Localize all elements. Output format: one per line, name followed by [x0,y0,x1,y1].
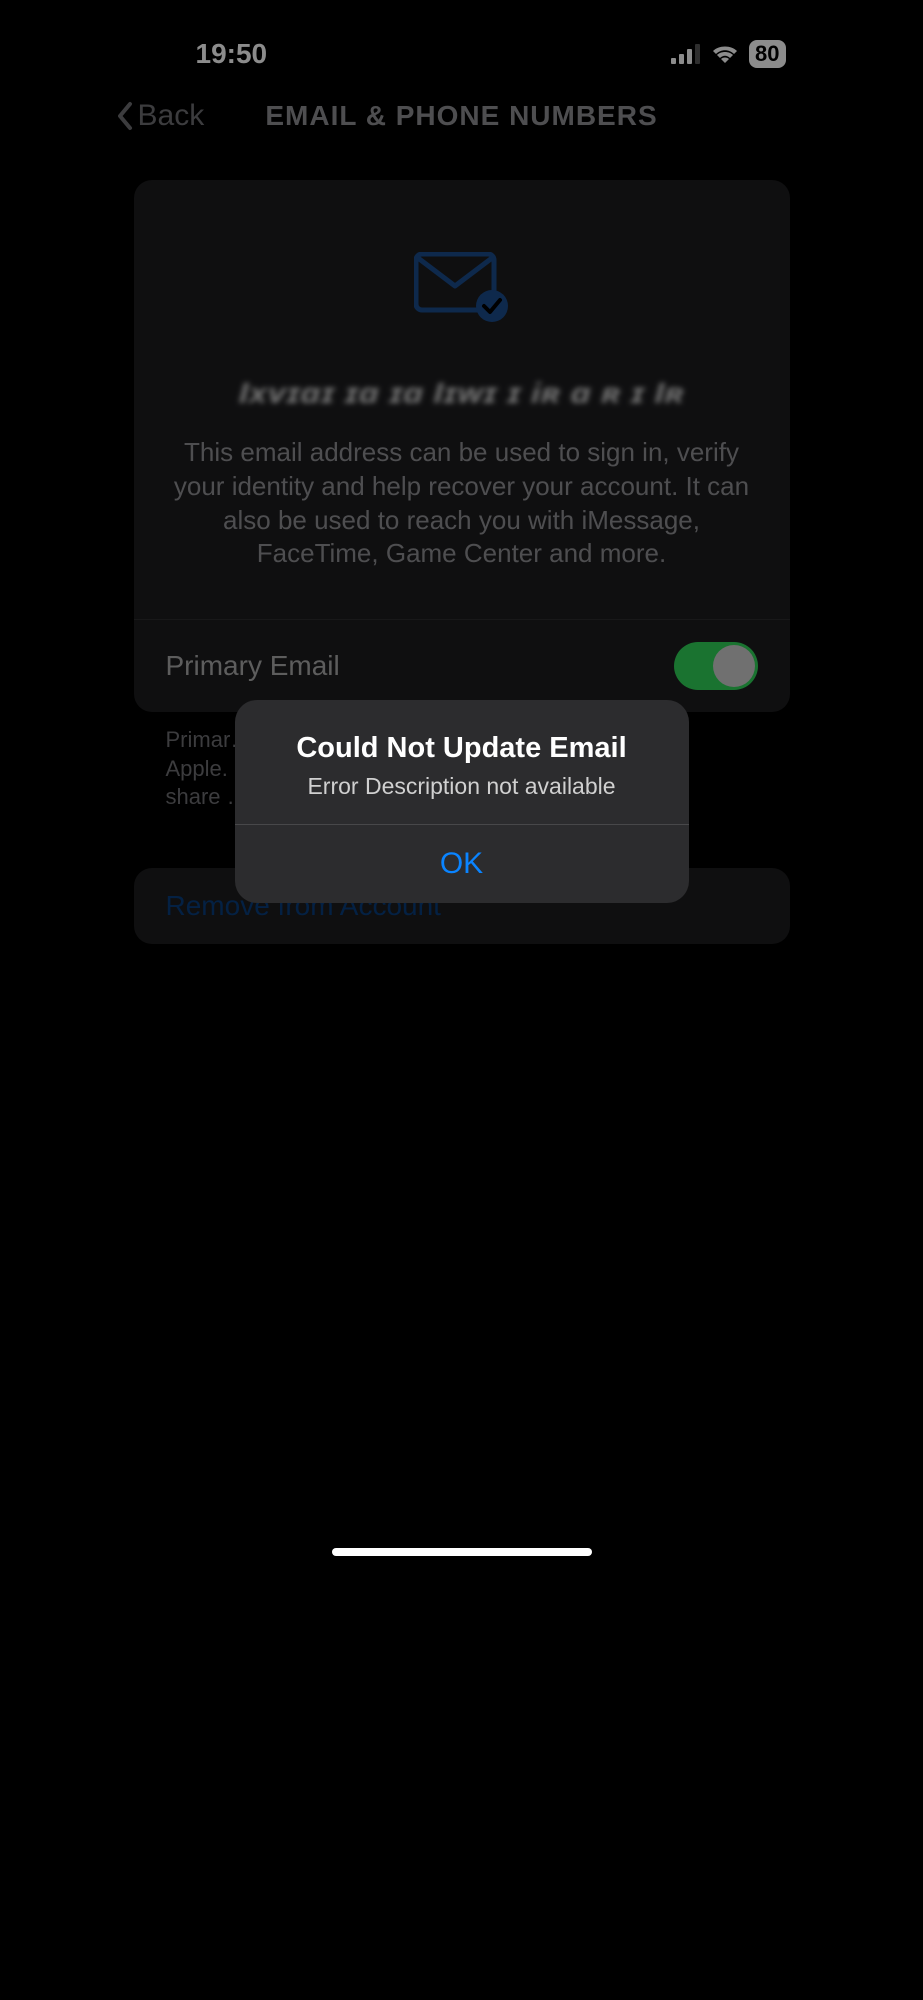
alert-ok-button[interactable]: OK [235,825,689,903]
email-description: This email address can be used to sign i… [166,436,758,571]
home-indicator[interactable] [332,1548,592,1556]
primary-email-toggle[interactable] [674,642,758,690]
alert-title: Could Not Update Email [263,732,661,765]
primary-email-label: Primary Email [166,650,340,682]
status-time: 19:50 [138,38,268,70]
cellular-signal-icon [671,44,701,64]
email-card: Ixvɪɑɪ ɪɑ ɪɑ Iɪwɪ ɪ iʀ ɑ ʀ ɪ Iʀ This ema… [134,180,790,712]
back-label: Back [138,99,205,133]
battery-indicator: 80 [749,40,785,68]
toggle-knob [713,645,755,687]
status-bar: 19:50 80 [100,0,824,80]
envelope-verified-icon [414,252,510,327]
chevron-left-icon [114,100,134,132]
error-alert: Could Not Update Email Error Description… [235,700,689,903]
page-title: EMAIL & PHONE NUMBERS [265,100,657,132]
status-icons: 80 [671,40,785,68]
back-button[interactable]: Back [114,99,205,133]
alert-message: Error Description not available [263,773,661,800]
wifi-icon [711,43,739,65]
navigation-bar: Back EMAIL & PHONE NUMBERS [100,80,824,152]
primary-email-row: Primary Email [134,620,790,712]
email-address-redacted: Ixvɪɑɪ ɪɑ ɪɑ Iɪwɪ ɪ iʀ ɑ ʀ ɪ Iʀ [165,377,758,410]
